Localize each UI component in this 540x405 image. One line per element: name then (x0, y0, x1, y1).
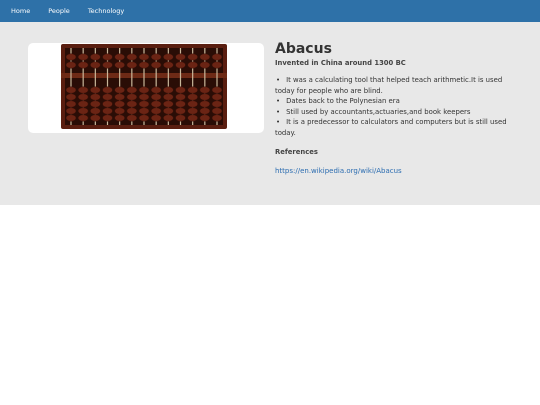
image-card (28, 43, 264, 133)
fact-text: Still used by accountants,actuaries,and … (286, 107, 471, 116)
nav-link-technology[interactable]: Technology (88, 7, 124, 15)
nav-link-people[interactable]: People (48, 7, 70, 15)
fact-text: It was a calculating tool that helped te… (275, 76, 503, 95)
subtitle: Invented in China around 1300 BC (275, 59, 406, 67)
page-title: Abacus (275, 41, 332, 57)
references-heading: References (275, 148, 318, 156)
hero-section: Abacus Invented in China around 1300 BC … (0, 22, 540, 205)
list-item: • It is a predecessor to calculators and … (275, 117, 520, 138)
facts-list: • It was a calculating tool that helped t… (275, 75, 520, 138)
reference-link[interactable]: https://en.wikipedia.org/wiki/Abacus (275, 167, 402, 175)
bullet-icon: • (276, 107, 281, 116)
list-item: • It was a calculating tool that helped t… (275, 75, 520, 96)
nav-link-home[interactable]: Home (11, 7, 30, 15)
list-item: • Dates back to the Polynesian era (275, 96, 520, 107)
bullet-icon: • (276, 118, 281, 126)
fact-text: It is a predecessor to calculators and c… (275, 118, 507, 137)
abacus-image (61, 44, 227, 129)
bullet-icon: • (276, 97, 281, 105)
fact-text: Dates back to the Polynesian era (286, 97, 400, 105)
list-item: • Still used by accountants,actuaries,and… (275, 107, 520, 118)
info-panel: Abacus Invented in China around 1300 BC … (275, 41, 520, 177)
bullet-icon: • (276, 76, 281, 84)
navbar: Home People Technology (0, 0, 540, 22)
